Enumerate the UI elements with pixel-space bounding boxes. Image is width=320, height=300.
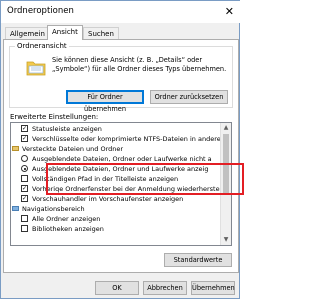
- folder-view-icon: [26, 61, 46, 76]
- folder-view-group: Ordneransicht Sie können diese Ansicht (…: [9, 42, 233, 113]
- cancel-button[interactable]: Abbrechen: [143, 281, 187, 295]
- reset-folders-button[interactable]: Ordner zurücksetzen: [150, 90, 228, 104]
- checkbox[interactable]: [21, 215, 28, 222]
- tab-allgemein[interactable]: Allgemein: [5, 27, 50, 39]
- close-icon[interactable]: ✕: [225, 5, 234, 18]
- title-bar: Ordneroptionen ✕: [1, 1, 240, 23]
- folder-view-label: Ordneransicht: [15, 42, 69, 50]
- checkbox[interactable]: [21, 175, 28, 182]
- highlight-box: [46, 163, 244, 195]
- ok-button[interactable]: OK: [95, 281, 139, 295]
- window-title: Ordneroptionen: [7, 6, 74, 16]
- tab-ansicht[interactable]: Ansicht: [47, 25, 83, 40]
- tab-suchen[interactable]: Suchen: [83, 27, 119, 39]
- folder-view-description: Sie können diese Ansicht (z. B. „Details…: [52, 56, 227, 73]
- restore-defaults-button[interactable]: Standardwerte: [164, 253, 232, 267]
- scroll-up-icon[interactable]: ▲: [221, 123, 231, 133]
- checkbox[interactable]: ✓: [21, 195, 28, 202]
- scroll-down-icon[interactable]: ▼: [221, 235, 231, 245]
- apply-button[interactable]: Übernehmen: [191, 281, 235, 295]
- radio-button[interactable]: [21, 165, 28, 172]
- navigation-pane-icon: [12, 206, 19, 211]
- checkbox[interactable]: ✓: [21, 185, 28, 192]
- tab-panel-ansicht: Ordneransicht Sie können diese Ansicht (…: [3, 39, 239, 273]
- advanced-settings-label: Erweiterte Einstellungen:: [10, 113, 99, 121]
- checkbox[interactable]: ✓: [21, 125, 28, 132]
- folder-icon: [12, 146, 19, 151]
- folder-options-window: Ordneroptionen ✕ Allgemein Ansicht Suche…: [0, 0, 240, 299]
- apply-to-folders-button[interactable]: Für Ordner übernehmen: [66, 90, 144, 113]
- checkbox[interactable]: ✓: [21, 135, 28, 142]
- radio-button[interactable]: [21, 155, 28, 162]
- checkbox[interactable]: [21, 225, 28, 232]
